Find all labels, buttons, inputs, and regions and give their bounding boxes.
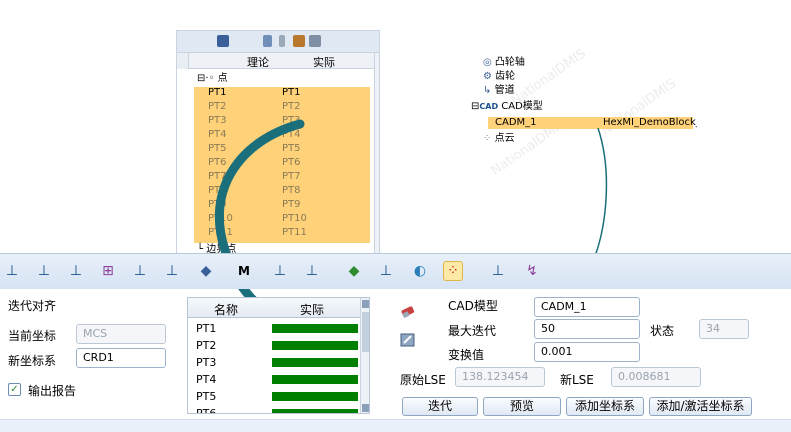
iterate-button[interactable]: 迭代 (402, 397, 478, 416)
current-coord-field[interactable]: MCS (76, 324, 166, 344)
scroll-down-icon[interactable] (362, 404, 369, 412)
eraser-icon[interactable] (400, 305, 416, 319)
align-transform-icon[interactable]: ⊥ (270, 261, 290, 281)
align-m-icon[interactable]: M (234, 261, 254, 281)
fit-align-icon[interactable]: ↯ (522, 261, 542, 281)
state-label: 状态 (650, 324, 675, 338)
new-lse-field: 0.008681 (611, 367, 701, 387)
align-points-icon[interactable]: ⊥ (66, 261, 86, 281)
grid-scrollbar[interactable] (360, 298, 369, 413)
grid-row-actual-bar (272, 341, 358, 350)
grid-row-actual-bar (272, 392, 358, 401)
grid-row[interactable]: PT6 (188, 405, 360, 414)
align-321-small-icon[interactable]: ⊥ (302, 261, 322, 281)
grid-col-name: 名称 (214, 303, 239, 317)
grid-row[interactable]: PT1 (188, 320, 360, 337)
grid-row[interactable]: PT5 (188, 388, 360, 405)
current-coord-label: 当前坐标 (8, 329, 57, 343)
command-toolbar: ⊥ ⊥ ⊥ ⊞ ⊥ ⊥ ◆ M ⊥ ⊥ ◆ ⊥ ◐ ⁘ ⊥ ↯ (0, 253, 791, 289)
cad-model-label: CAD模型 (448, 299, 498, 313)
footer-strip (0, 419, 791, 432)
grid-row-actual-bar (272, 358, 358, 367)
align-iterative-icon[interactable]: ⊞ (98, 261, 118, 281)
orig-lse-label: 原始LSE (400, 373, 446, 387)
align-best-fit-icon[interactable]: ⊥ (34, 261, 54, 281)
new-lse-label: 新LSE (560, 373, 594, 387)
map-align-icon[interactable]: ⊥ (488, 261, 508, 281)
output-report-label: 输出报告 (28, 384, 77, 398)
transform-field[interactable]: 0.001 (534, 342, 640, 362)
grid-row[interactable]: PT2 (188, 337, 360, 354)
grid-row-name: PT3 (196, 356, 217, 369)
align-plane-icon[interactable]: ⊥ (162, 261, 182, 281)
grid-row-actual-bar (272, 375, 358, 384)
orig-lse-field: 138.123454 (455, 367, 545, 387)
output-report-checkbox[interactable]: ✓ (8, 383, 21, 396)
grid-row[interactable]: PT4 (188, 371, 360, 388)
green-cube-icon[interactable]: ◆ (344, 261, 364, 281)
cube-icon[interactable]: ◆ (196, 261, 216, 281)
point-grid: 名称 实际 PT1 PT2 PT3 PT4 PT5 PT6 (187, 297, 370, 414)
edit-icon[interactable] (400, 333, 416, 347)
new-coord-label: 新坐标系 (8, 354, 57, 368)
transform-label: 变换值 (448, 348, 485, 362)
state-field: 34 (699, 319, 749, 339)
align-321-icon[interactable]: ⊥ (2, 261, 22, 281)
max-iter-field[interactable]: 50 (534, 319, 640, 339)
add-activate-coord-button[interactable]: 添加/激活坐标系 (649, 397, 752, 416)
cad-model-field[interactable]: CADM_1 (534, 297, 640, 317)
scroll-thumb[interactable] (362, 312, 369, 352)
grid-row[interactable]: PT3 (188, 354, 360, 371)
grid-row-name: PT5 (196, 390, 217, 403)
grid-row-name: PT1 (196, 322, 217, 335)
cad-align-icon[interactable]: ⊥ (376, 261, 396, 281)
preview-button[interactable]: 预览 (483, 397, 561, 416)
grid-row-name: PT6 (196, 407, 217, 414)
grid-row-name: PT2 (196, 339, 217, 352)
add-coord-button[interactable]: 添加坐标系 (566, 397, 644, 416)
grid-col-actual: 实际 (300, 303, 325, 317)
dialog-title: 迭代对齐 (8, 299, 57, 313)
scroll-up-icon[interactable] (362, 300, 369, 308)
max-iter-label: 最大迭代 (448, 324, 497, 338)
grid-row-actual-bar (272, 409, 358, 413)
scan-align-icon[interactable]: ◐ (410, 261, 430, 281)
grid-header: 名称 实际 (188, 298, 360, 318)
new-coord-field[interactable]: CRD1 (76, 348, 166, 368)
iterative-align-icon[interactable]: ⁘ (443, 261, 463, 281)
grid-row-actual-bar (272, 324, 358, 333)
arrow-cad-to-toolbar (589, 127, 608, 269)
align-axis-icon[interactable]: ⊥ (130, 261, 150, 281)
grid-row-name: PT4 (196, 373, 217, 386)
